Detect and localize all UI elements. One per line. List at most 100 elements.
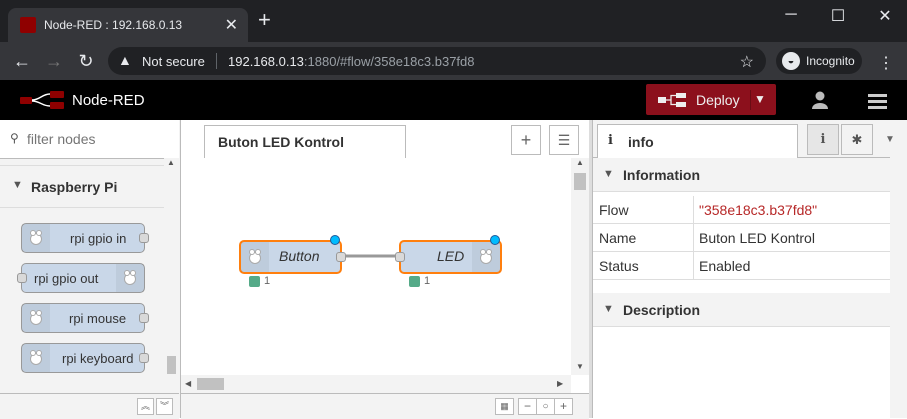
scroll-right-icon[interactable]: ▶ (557, 379, 563, 388)
palette-category-raspberry-pi[interactable]: ▼ Raspberry Pi (0, 165, 164, 208)
add-flow-button[interactable]: + (511, 125, 541, 155)
palette-node-label: rpi gpio in (70, 231, 127, 246)
status-dot (409, 276, 420, 287)
palette-node-rpi-mouse[interactable]: rpi mouse (21, 303, 149, 333)
info-icon: i (608, 133, 613, 148)
sidebar-tab-bar: i info i ✱ ▼ (593, 120, 907, 159)
raspberry-pi-icon (472, 242, 500, 272)
output-port (139, 353, 149, 363)
tab-close-icon[interactable]: ✕ (225, 15, 238, 35)
zoom-in-icon[interactable]: + (554, 398, 573, 415)
deploy-button[interactable]: Deploy ▼ (646, 84, 776, 115)
info-tab-icon[interactable]: i (807, 124, 839, 155)
zoom-reset-icon[interactable]: ○ (536, 398, 555, 415)
url-text[interactable]: 192.168.0.13:1880/#flow/358e18c3.b37fd8 (228, 54, 475, 69)
raspberry-pi-icon (22, 304, 50, 332)
reload-icon[interactable]: ↻ (74, 50, 98, 72)
back-icon[interactable]: ← (10, 50, 34, 72)
chevron-down-icon: ▼ (603, 168, 614, 180)
warning-icon: ▲ (118, 52, 132, 68)
scroll-up-icon[interactable]: ▲ (167, 158, 175, 167)
chevron-down-icon[interactable]: ▼ (754, 92, 766, 106)
palette-footer: ︽ ︾ (0, 393, 179, 419)
close-icon[interactable]: ✕ (870, 6, 900, 26)
palette-scrollbar[interactable]: ▲ (164, 158, 179, 400)
tab-flow[interactable]: Buton LED Kontrol (204, 125, 406, 160)
changed-indicator (490, 235, 500, 245)
property-key: Status (599, 258, 639, 274)
maximize-icon[interactable]: ☐ (823, 6, 853, 26)
address-bar[interactable]: ▲ Not secure 192.168.0.13:1880/#flow/358… (108, 47, 766, 75)
property-key: Flow (599, 202, 629, 218)
input-port[interactable] (395, 252, 405, 262)
scrollbar-thumb[interactable] (167, 356, 176, 374)
scroll-down-icon[interactable]: ▼ (576, 362, 584, 371)
section-title: Information (623, 167, 700, 183)
palette-node-rpi-keyboard[interactable]: rpi keyboard (21, 343, 149, 373)
sidebar: i info i ✱ ▼ ▼ Information Flow "358e18c… (592, 120, 907, 418)
flow-node-led[interactable]: LED (395, 235, 502, 274)
raspberry-pi-icon (22, 224, 50, 252)
scrollbar-thumb[interactable] (197, 378, 224, 390)
browser-toolbar: ← → ↻ ▲ Not secure 192.168.0.13:1880/#fl… (0, 42, 907, 80)
status-text: 1 (424, 275, 431, 287)
flow-canvas[interactable]: Button 1 LED 1 (181, 158, 571, 375)
incognito-badge[interactable]: ◒ Incognito (776, 48, 862, 74)
node-red-header: Node-RED Deploy ▼ (0, 80, 907, 120)
forward-icon[interactable]: → (42, 50, 66, 72)
list-flows-icon[interactable]: ☰ (549, 125, 579, 155)
property-row-status: Status Enabled (593, 252, 890, 280)
app-title: Node-RED (72, 92, 145, 109)
information-section-header[interactable]: ▼ Information (593, 158, 890, 192)
flow-workspace: Buton LED Kontrol + ☰ Button 1 LED 1 ▲ ▼… (181, 120, 589, 419)
output-port[interactable] (336, 252, 346, 262)
property-value: "358e18c3.b37fd8" (699, 202, 818, 218)
menu-icon[interactable]: ⋮ (878, 53, 894, 73)
palette-node-rpi-gpio-out[interactable]: rpi gpio out (17, 263, 145, 293)
new-tab-button[interactable]: + (258, 9, 271, 31)
sidebar-scrollbar[interactable] (890, 157, 907, 418)
raspberry-pi-icon (22, 344, 50, 372)
node-red-favicon-icon (20, 17, 36, 33)
browser-tab-title: Node-RED : 192.168.0.13 (44, 18, 183, 32)
debug-bug-icon[interactable]: ✱ (841, 124, 873, 155)
user-icon[interactable] (812, 91, 828, 109)
not-secure-label: Not secure (142, 54, 205, 69)
scroll-left-icon[interactable]: ◀ (185, 379, 191, 388)
zoom-out-icon[interactable]: − (518, 398, 537, 415)
navigator-map-icon[interactable]: ▦ (495, 398, 514, 415)
browser-tab[interactable]: Node-RED : 192.168.0.13 ✕ (8, 8, 248, 42)
minimize-icon[interactable]: ─ (776, 6, 806, 24)
raspberry-pi-icon (116, 264, 144, 292)
scroll-up-icon[interactable]: ▲ (576, 158, 584, 167)
sidebar-tab-label: info (628, 134, 654, 150)
divider (693, 252, 694, 279)
node-palette: ⚲ ▼ Raspberry Pi rpi gpio in rpi gpio ou… (0, 120, 181, 419)
scrollbar-thumb[interactable] (574, 173, 586, 190)
workspace-footer: ▦ − ○ + (181, 393, 589, 419)
property-row-name: Name Buton LED Kontrol (593, 224, 890, 252)
palette-node-rpi-gpio-in[interactable]: rpi gpio in (21, 223, 149, 253)
palette-filter[interactable]: ⚲ (0, 120, 179, 159)
omnibox-separator (216, 53, 217, 69)
palette-node-label: rpi gpio out (34, 271, 99, 286)
divider (693, 224, 694, 251)
star-icon[interactable]: ☆ (740, 52, 754, 72)
expand-all-icon[interactable]: ︽ (137, 398, 154, 415)
divider (693, 196, 694, 223)
filter-nodes-input[interactable] (25, 128, 169, 150)
flow-node-label: LED (437, 248, 465, 264)
browser-tab-strip: Node-RED : 192.168.0.13 ✕ + ─ ☐ ✕ (0, 0, 907, 42)
main-menu-icon[interactable] (868, 94, 887, 112)
url-path: :1880/#flow/358e18c3.b37fd8 (303, 54, 475, 69)
url-host: 192.168.0.13 (228, 54, 304, 69)
flow-node-button[interactable]: Button (239, 235, 346, 274)
property-value: Buton LED Kontrol (699, 230, 815, 246)
incognito-icon: ◒ (782, 52, 800, 70)
description-section-header[interactable]: ▼ Description (593, 293, 890, 327)
workspace-horizontal-scrollbar[interactable]: ◀ ▶ (181, 375, 571, 393)
tab-info[interactable]: i info (597, 124, 798, 159)
collapse-all-icon[interactable]: ︾ (156, 398, 173, 415)
chevron-down-icon[interactable]: ▼ (885, 134, 895, 145)
workspace-vertical-scrollbar[interactable]: ▲ ▼ (571, 158, 589, 375)
